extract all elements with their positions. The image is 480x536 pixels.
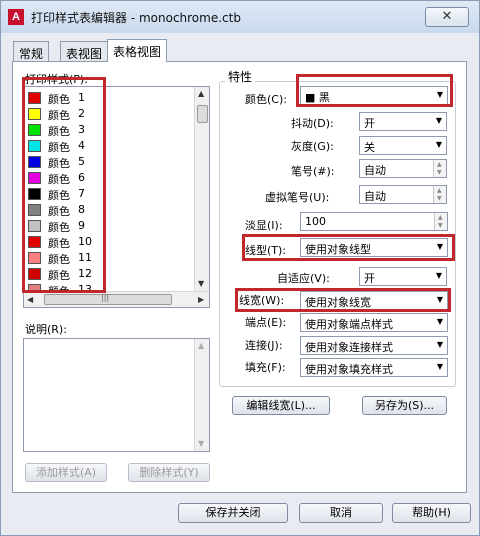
fill-value: 使用对象填充样式 <box>305 363 393 376</box>
dither-select[interactable]: 开 ▼ <box>359 112 447 131</box>
plot-style-editor-window: A 打印样式表编辑器 - monochrome.ctb ✕ 常规 表视图 表格视… <box>0 0 480 536</box>
color-label: 颜色(C): <box>245 93 287 106</box>
window-title: 打印样式表编辑器 - monochrome.ctb <box>31 11 241 25</box>
screening-label: 淡显(I): <box>245 219 283 232</box>
save-and-close-button[interactable]: 保存并关闭 <box>178 503 288 523</box>
virtual-pen-label: 虚拟笔号(U): <box>265 191 330 204</box>
scroll-up-arrow-icon[interactable]: ▲ <box>198 89 204 98</box>
grayscale-value: 关 <box>364 141 375 154</box>
highlight-box-linetype <box>242 234 455 261</box>
spin-up-icon[interactable]: ▲ <box>437 187 442 194</box>
spin-down-icon[interactable]: ▼ <box>438 222 443 229</box>
fill-select[interactable]: 使用对象填充样式 ▼ <box>300 358 448 377</box>
line-end-label: 端点(E): <box>245 316 287 329</box>
add-style-button[interactable]: 添加样式(A) <box>25 463 107 482</box>
line-join-value: 使用对象连接样式 <box>305 341 393 354</box>
pen-number-spinner[interactable]: 自动 ▲ ▼ <box>359 159 447 178</box>
scroll-right-arrow-icon[interactable]: ▶ <box>198 295 204 304</box>
adaptive-select[interactable]: 开 ▼ <box>359 267 447 286</box>
spin-down-icon[interactable]: ▼ <box>437 169 442 176</box>
tab-table-view[interactable]: 表视图 <box>60 41 109 61</box>
scroll-left-arrow-icon[interactable]: ◀ <box>27 295 33 304</box>
chevron-down-icon: ▼ <box>436 340 443 349</box>
virtual-pen-spinner[interactable]: 自动 ▲ ▼ <box>359 185 447 204</box>
dither-value: 开 <box>364 117 375 130</box>
horizontal-scroll-thumb[interactable]: ||| <box>44 293 172 305</box>
pen-number-label: 笔号(#): <box>291 165 335 178</box>
screening-value: 100 <box>305 215 326 228</box>
chevron-down-icon: ▼ <box>435 116 442 125</box>
screening-spinner[interactable]: 100 ▲ ▼ <box>300 212 448 231</box>
scroll-thumb[interactable] <box>197 105 208 123</box>
dither-label: 抖动(D): <box>291 117 334 130</box>
delete-style-button[interactable]: 删除样式(Y) <box>128 463 210 482</box>
adaptive-value: 开 <box>364 272 375 285</box>
spin-up-icon[interactable]: ▲ <box>437 161 442 168</box>
title-bar: A 打印样式表编辑器 - monochrome.ctb ✕ <box>1 1 479 33</box>
line-end-value: 使用对象端点样式 <box>305 318 393 331</box>
highlight-box-styles <box>22 77 106 293</box>
scroll-down-arrow-icon[interactable]: ▼ <box>198 439 204 448</box>
chevron-down-icon: ▼ <box>435 140 442 149</box>
spin-buttons[interactable]: ▲ ▼ <box>433 160 446 177</box>
scroll-down-arrow-icon[interactable]: ▼ <box>198 279 204 288</box>
highlight-box-color <box>296 74 453 107</box>
pen-number-value: 自动 <box>364 164 386 177</box>
grip-icon: ||| <box>101 293 110 302</box>
description-label: 说明(R): <box>25 323 67 336</box>
spin-down-icon[interactable]: ▼ <box>437 195 442 202</box>
scroll-up-arrow-icon[interactable]: ▲ <box>198 341 204 350</box>
line-end-select[interactable]: 使用对象端点样式 ▼ <box>300 313 448 332</box>
spin-buttons[interactable]: ▲ ▼ <box>433 186 446 203</box>
adaptive-label: 自适应(V): <box>277 272 330 285</box>
chevron-down-icon: ▼ <box>436 362 443 371</box>
edit-lineweights-button[interactable]: 编辑线宽(L)... <box>232 396 330 415</box>
highlight-box-lineweight <box>235 288 451 312</box>
help-button[interactable]: 帮助(H) <box>392 503 471 523</box>
tab-form-view[interactable]: 表格视图 <box>107 39 168 62</box>
fill-label: 填充(F): <box>245 361 286 374</box>
line-join-label: 连接(J): <box>245 339 283 352</box>
chevron-down-icon: ▼ <box>436 317 443 326</box>
grayscale-label: 灰度(G): <box>291 140 334 153</box>
spin-up-icon[interactable]: ▲ <box>438 214 443 221</box>
grayscale-select[interactable]: 关 ▼ <box>359 136 447 155</box>
spin-buttons[interactable]: ▲ ▼ <box>434 213 447 230</box>
description-textbox[interactable]: ▲ ▼ <box>23 338 210 452</box>
virtual-pen-value: 自动 <box>364 190 386 203</box>
close-button[interactable]: ✕ <box>425 7 469 27</box>
tab-general[interactable]: 常规 <box>13 41 50 61</box>
line-join-select[interactable]: 使用对象连接样式 ▼ <box>300 336 448 355</box>
list-vertical-scrollbar[interactable]: ▲ ▼ <box>194 87 209 291</box>
save-as-button[interactable]: 另存为(S)... <box>362 396 447 415</box>
chevron-down-icon: ▼ <box>435 271 442 280</box>
properties-group-title: 特性 <box>225 68 256 85</box>
list-horizontal-scrollbar[interactable]: ◀ ||| ▶ <box>24 291 209 307</box>
description-scrollbar[interactable]: ▲ ▼ <box>194 339 209 451</box>
cancel-button[interactable]: 取消 <box>299 503 383 523</box>
autocad-logo-icon: A <box>8 9 24 25</box>
